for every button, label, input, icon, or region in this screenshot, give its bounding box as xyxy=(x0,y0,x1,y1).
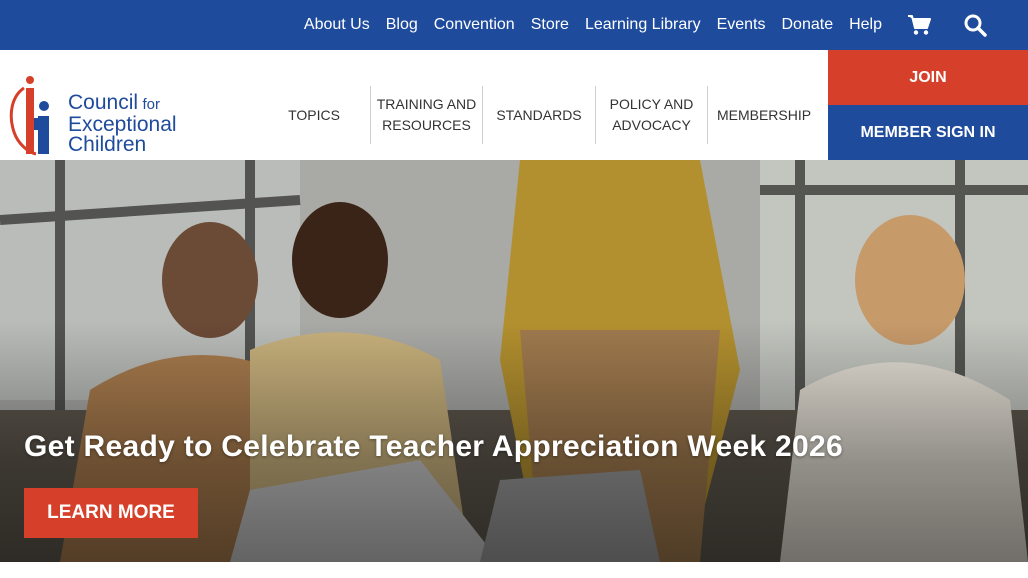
nav-training-line2: RESOURCES xyxy=(382,117,471,133)
link-convention[interactable]: Convention xyxy=(434,0,515,50)
link-about-us[interactable]: About Us xyxy=(304,0,370,50)
cart-icon[interactable] xyxy=(906,12,932,38)
nav-training-and-resources[interactable]: TRAINING AND RESOURCES xyxy=(371,86,482,144)
learn-more-button[interactable]: LEARN MORE xyxy=(24,488,198,538)
site-header: Council for Exceptional Children TOPICS … xyxy=(0,50,1028,160)
logo-line1: Council xyxy=(68,91,139,114)
hero-banner: Get Ready to Celebrate Teacher Appreciat… xyxy=(0,160,1028,562)
link-store[interactable]: Store xyxy=(531,0,569,50)
nav-topics[interactable]: TOPICS xyxy=(258,86,370,144)
logo-line3: Children xyxy=(68,133,147,156)
join-button[interactable]: JOIN xyxy=(828,50,1028,105)
member-sign-in-button[interactable]: MEMBER SIGN IN xyxy=(828,105,1028,160)
page-bottom-edge xyxy=(0,562,1028,578)
link-help[interactable]: Help xyxy=(849,0,882,50)
cec-logo[interactable]: Council for Exceptional Children xyxy=(6,74,186,158)
link-donate[interactable]: Donate xyxy=(782,0,834,50)
utility-bar: About Us Blog Convention Store Learning … xyxy=(0,0,1028,50)
nav-training-line1: TRAINING AND xyxy=(376,96,477,112)
nav-standards-label: STANDARDS xyxy=(496,106,582,123)
link-events[interactable]: Events xyxy=(717,0,766,50)
main-nav: TOPICS TRAINING AND RESOURCES STANDARDS … xyxy=(258,86,820,144)
nav-policy-and-advocacy[interactable]: POLICY AND ADVOCACY xyxy=(596,86,707,144)
hero-headline: Get Ready to Celebrate Teacher Appreciat… xyxy=(24,430,843,463)
logo-line2: Exceptional xyxy=(68,113,177,136)
link-learning-library[interactable]: Learning Library xyxy=(585,0,701,50)
logo-mark-icon xyxy=(9,76,49,156)
nav-policy-line1: POLICY AND xyxy=(609,96,694,112)
logo-wordmark: Council for Exceptional Children xyxy=(68,91,177,156)
nav-membership[interactable]: MEMBERSHIP xyxy=(708,86,820,144)
logo-line1-small: for xyxy=(142,96,161,113)
nav-topics-label: TOPICS xyxy=(288,106,340,123)
nav-policy-line2: ADVOCACY xyxy=(612,117,691,133)
nav-membership-label: MEMBERSHIP xyxy=(716,106,812,123)
nav-standards[interactable]: STANDARDS xyxy=(483,86,595,144)
link-blog[interactable]: Blog xyxy=(386,0,418,50)
search-icon[interactable] xyxy=(962,12,988,38)
